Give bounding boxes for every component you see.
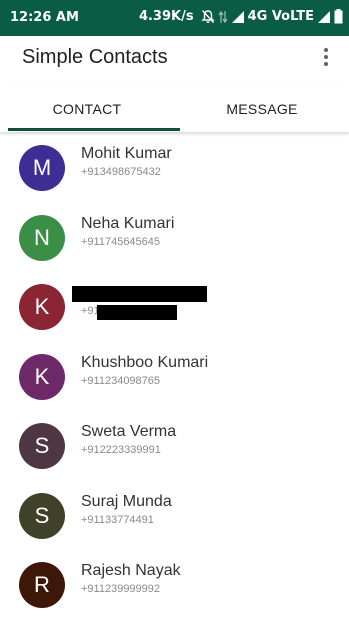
signal-icon bbox=[317, 10, 331, 24]
redaction-bar bbox=[97, 305, 177, 320]
contact-avatar: K bbox=[19, 284, 65, 330]
contact-row[interactable]: S Suraj Munda +91133774491 bbox=[0, 482, 349, 552]
contact-phone: +911239999992 bbox=[81, 583, 161, 595]
signal-icon bbox=[231, 10, 245, 24]
contact-row[interactable]: K Khushboo Kumari +911234098765 bbox=[0, 343, 349, 413]
data-arrows-icon bbox=[218, 10, 228, 24]
network-speed: 4.39K/s bbox=[138, 9, 194, 24]
contact-phone: +913498675432 bbox=[81, 166, 161, 178]
app-title: Simple Contacts bbox=[22, 46, 168, 68]
contact-avatar: N bbox=[19, 214, 65, 261]
contact-avatar: S bbox=[19, 423, 65, 469]
contact-name: Neha Kumari bbox=[81, 214, 175, 232]
tab-message[interactable]: MESSAGE bbox=[175, 86, 349, 132]
app-bar: Simple Contacts bbox=[0, 36, 349, 86]
battery-icon bbox=[334, 9, 343, 24]
contact-name: Mohit Kumar bbox=[81, 145, 172, 162]
contact-name: Sweta Verma bbox=[81, 423, 177, 440]
status-indicators: 4.39K/s 4G VoLTE bbox=[139, 9, 343, 24]
contact-phone: +91133774491 bbox=[81, 513, 154, 526]
contact-avatar: S bbox=[19, 492, 65, 539]
contact-name: Suraj Munda bbox=[81, 492, 172, 510]
tab-contact[interactable]: CONTACT bbox=[0, 86, 174, 132]
network-type: 4G VoLTE bbox=[247, 9, 314, 24]
contact-phone: +911234098765 bbox=[81, 374, 161, 387]
status-bar: 12:26 AM 4.39K/s 4G VoLTE bbox=[0, 0, 349, 36]
contact-row[interactable]: K +91 bbox=[0, 273, 349, 343]
contact-avatar: M bbox=[19, 145, 65, 191]
contact-avatar: K bbox=[19, 353, 65, 400]
redaction-bar bbox=[72, 286, 207, 302]
contact-row[interactable]: S Sweta Verma +912223339991 bbox=[0, 412, 349, 482]
contact-row[interactable]: M Mohit Kumar +913498675432 bbox=[0, 134, 349, 204]
contact-name: Rajesh Nayak bbox=[81, 562, 181, 579]
status-time: 12:26 AM bbox=[10, 10, 79, 25]
contact-avatar: R bbox=[19, 562, 65, 608]
contact-name: Khushboo Kumari bbox=[81, 353, 209, 371]
contact-list: M Mohit Kumar +913498675432 N Neha Kumari +91… bbox=[0, 134, 349, 621]
tab-indicator bbox=[8, 128, 180, 131]
more-vert-icon[interactable] bbox=[311, 42, 341, 72]
tab-bar: CONTACT MESSAGE bbox=[0, 86, 349, 132]
bell-off-icon bbox=[200, 9, 215, 24]
contact-row[interactable]: N Neha Kumari +911745645645 bbox=[0, 204, 349, 274]
contact-phone: +912223339991 bbox=[81, 444, 161, 456]
contact-phone: +911745645645 bbox=[81, 235, 161, 248]
contact-row[interactable]: R Rajesh Nayak +911239999992 bbox=[0, 551, 349, 621]
